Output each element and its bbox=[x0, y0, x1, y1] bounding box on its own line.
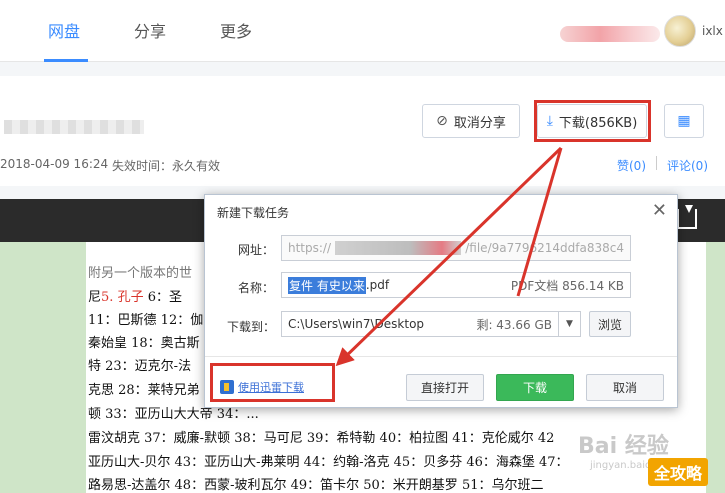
annotation-arrows bbox=[335, 146, 563, 367]
arrow-to-xunlei bbox=[335, 146, 563, 367]
